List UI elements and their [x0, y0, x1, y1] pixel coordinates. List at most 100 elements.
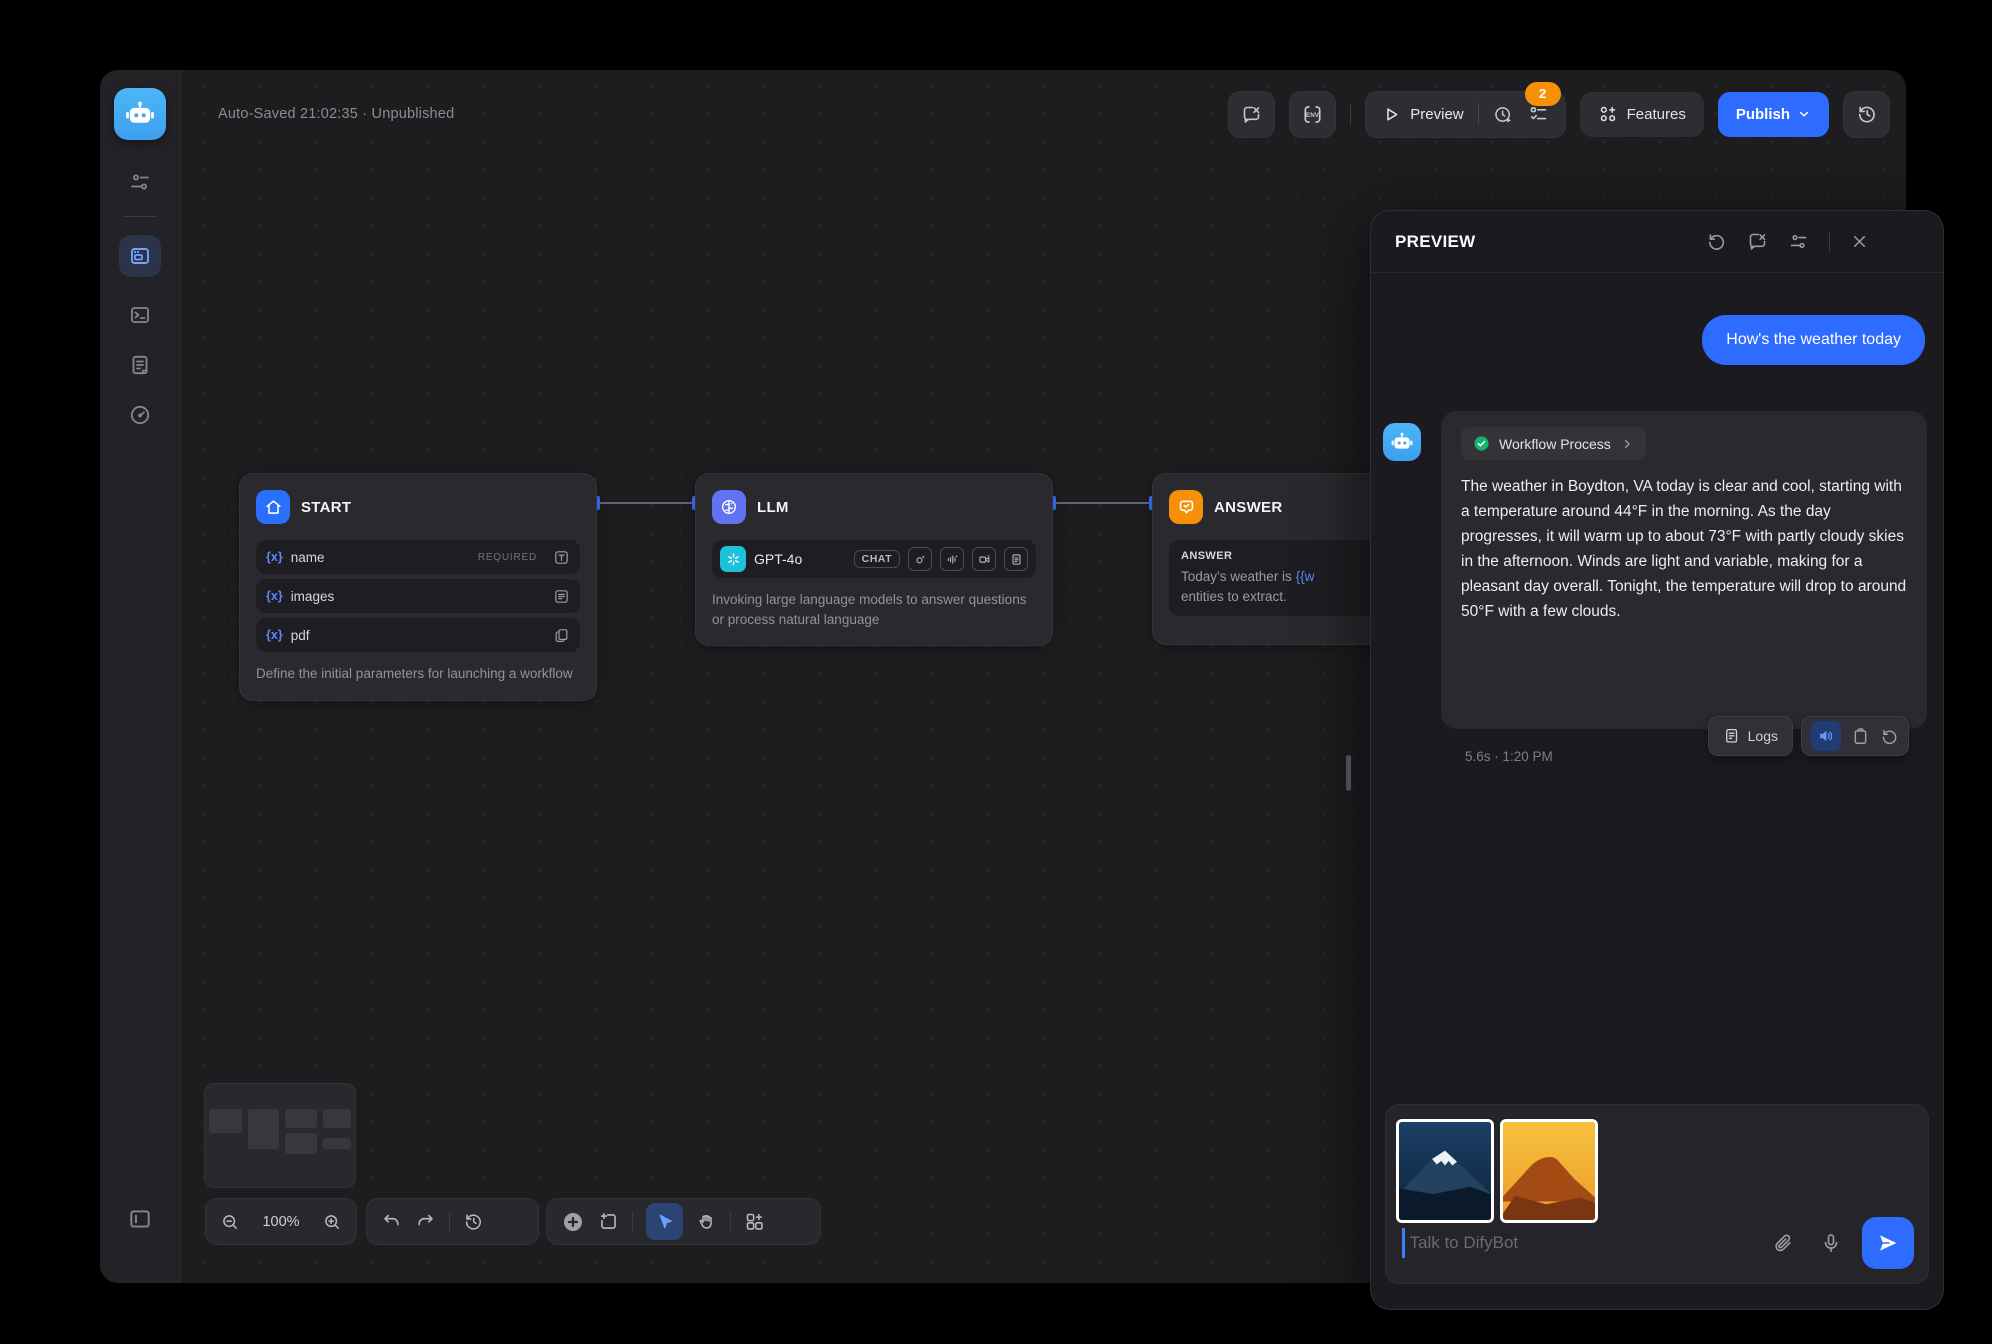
answer-node-icon: [1169, 490, 1203, 524]
checklist-button[interactable]: 2: [1528, 104, 1549, 125]
brain-model-icon: [719, 497, 739, 517]
app-logo[interactable]: [114, 88, 166, 140]
undo-button[interactable]: [381, 1211, 402, 1232]
attached-image-night-mountain[interactable]: [1396, 1119, 1494, 1223]
clipboard-icon: [1851, 727, 1870, 746]
add-note-button[interactable]: [598, 1211, 619, 1232]
edge-start-llm: [597, 502, 695, 504]
document-icon: [128, 353, 152, 377]
settings-sliders-icon[interactable]: [120, 162, 160, 202]
zoom-in-button[interactable]: [322, 1212, 342, 1232]
clock-play-icon: [1493, 104, 1514, 125]
copy-button[interactable]: [1851, 727, 1870, 746]
message-actions: Logs: [1708, 716, 1909, 756]
chat-composer: [1385, 1104, 1929, 1284]
run-history-button[interactable]: [1493, 104, 1514, 125]
regenerate-button[interactable]: [1880, 727, 1899, 746]
close-preview-button[interactable]: [1850, 232, 1869, 251]
start-field-pdf[interactable]: {x} pdf: [256, 618, 580, 652]
features-label: Features: [1627, 106, 1686, 123]
robot-icon: [1390, 430, 1414, 454]
start-field-name[interactable]: {x} name REQUIRED: [256, 540, 580, 574]
node-start[interactable]: START {x} name REQUIRED {x} images {x} p…: [239, 473, 597, 701]
minimap-node: [285, 1109, 317, 1128]
pointer-mode-button[interactable]: [646, 1203, 683, 1240]
llm-model-selector[interactable]: GPT-4o CHAT: [712, 540, 1036, 578]
openai-icon: [720, 546, 746, 572]
video-capability-icon: [972, 547, 996, 571]
success-check-icon: [1473, 435, 1490, 452]
node-title: LLM: [757, 499, 789, 516]
voice-input-button[interactable]: [1820, 1232, 1842, 1254]
minimap-node: [323, 1138, 351, 1149]
field-name: pdf: [291, 628, 310, 643]
app-screen: Auto-Saved 21:02:35 · Unpublished ENV: [0, 0, 1992, 1344]
logs-button[interactable]: Logs: [1708, 716, 1793, 756]
organize-nodes-button[interactable]: [744, 1211, 765, 1232]
chat-input[interactable]: [1408, 1232, 1747, 1254]
preview-title: PREVIEW: [1395, 232, 1476, 252]
microphone-icon: [1820, 1232, 1842, 1254]
document-capability-icon: [1004, 547, 1028, 571]
group-separator: [1478, 103, 1479, 125]
change-history-button[interactable]: [463, 1211, 484, 1232]
minimap-node: [248, 1109, 279, 1149]
env-variables-button[interactable]: ENV: [1289, 91, 1336, 138]
terminal-icon: [128, 303, 152, 327]
attach-file-button[interactable]: [1772, 1232, 1794, 1254]
sidebar-item-terminal[interactable]: [120, 295, 160, 335]
edge-llm-answer: [1053, 502, 1152, 504]
toolbar-separator: [730, 1212, 731, 1232]
send-button[interactable]: [1862, 1217, 1914, 1269]
annotation-button[interactable]: [1228, 91, 1275, 138]
toolbar-separator: [632, 1212, 633, 1232]
redo-button[interactable]: [415, 1211, 436, 1232]
logs-label: Logs: [1748, 728, 1778, 744]
features-button[interactable]: Features: [1580, 92, 1704, 137]
node-llm[interactable]: LLM GPT-4o CHAT: [695, 473, 1053, 646]
collapse-sidebar-button[interactable]: [120, 1199, 160, 1239]
zoom-level[interactable]: 100%: [262, 1214, 299, 1230]
attached-image-sunset-mountain[interactable]: [1500, 1119, 1598, 1223]
send-icon: [1876, 1231, 1900, 1255]
bot-message-text: The weather in Boydton, VA today is clea…: [1461, 474, 1913, 624]
cursor-icon: [655, 1212, 675, 1232]
home-icon: [264, 498, 283, 517]
required-badge: REQUIRED: [478, 552, 537, 563]
start-field-images[interactable]: {x} images: [256, 579, 580, 613]
run-group: Preview 2: [1365, 91, 1565, 138]
retry-icon: [1880, 727, 1899, 746]
annotation-button[interactable]: [1747, 231, 1768, 252]
paragraph-type-icon: [553, 588, 570, 605]
sidebar-item-monitoring[interactable]: [120, 395, 160, 435]
preview-resize-handle[interactable]: [1346, 755, 1351, 791]
sidebar-divider: [123, 216, 157, 217]
publish-button[interactable]: Publish: [1718, 92, 1829, 137]
files-type-icon: [553, 627, 570, 644]
message-meta: 5.6s · 1:20 PM: [1465, 749, 1553, 764]
restart-conversation-button[interactable]: [1706, 231, 1727, 252]
bot-avatar: [1383, 423, 1421, 461]
bot-message-bubble: Workflow Process The weather in Boydton,…: [1441, 411, 1927, 729]
sidebar-item-logs[interactable]: [120, 345, 160, 385]
zoom-controls: 100%: [205, 1198, 357, 1245]
add-node-button[interactable]: [561, 1210, 585, 1234]
sidebar: [100, 70, 181, 1283]
hand-mode-button[interactable]: [696, 1211, 717, 1232]
workflow-process-toggle[interactable]: Workflow Process: [1461, 427, 1646, 460]
field-name: images: [291, 589, 335, 604]
text-to-speech-button[interactable]: [1811, 721, 1841, 751]
conversation-settings-button[interactable]: [1788, 231, 1809, 252]
sidebar-item-orchestrate[interactable]: [119, 235, 161, 277]
collapse-panel-icon: [127, 1206, 153, 1232]
vision-capability-icon: [908, 547, 932, 571]
preview-run-button[interactable]: Preview: [1382, 105, 1463, 124]
node-title: START: [301, 499, 351, 516]
minimap-node: [323, 1109, 351, 1128]
version-history-button[interactable]: [1843, 91, 1890, 138]
checklist-badge: 2: [1525, 82, 1561, 106]
checklist-icon: [1528, 104, 1549, 125]
zoom-out-button[interactable]: [220, 1212, 240, 1232]
text-caret: [1402, 1228, 1405, 1258]
canvas-minimap[interactable]: [204, 1083, 356, 1188]
